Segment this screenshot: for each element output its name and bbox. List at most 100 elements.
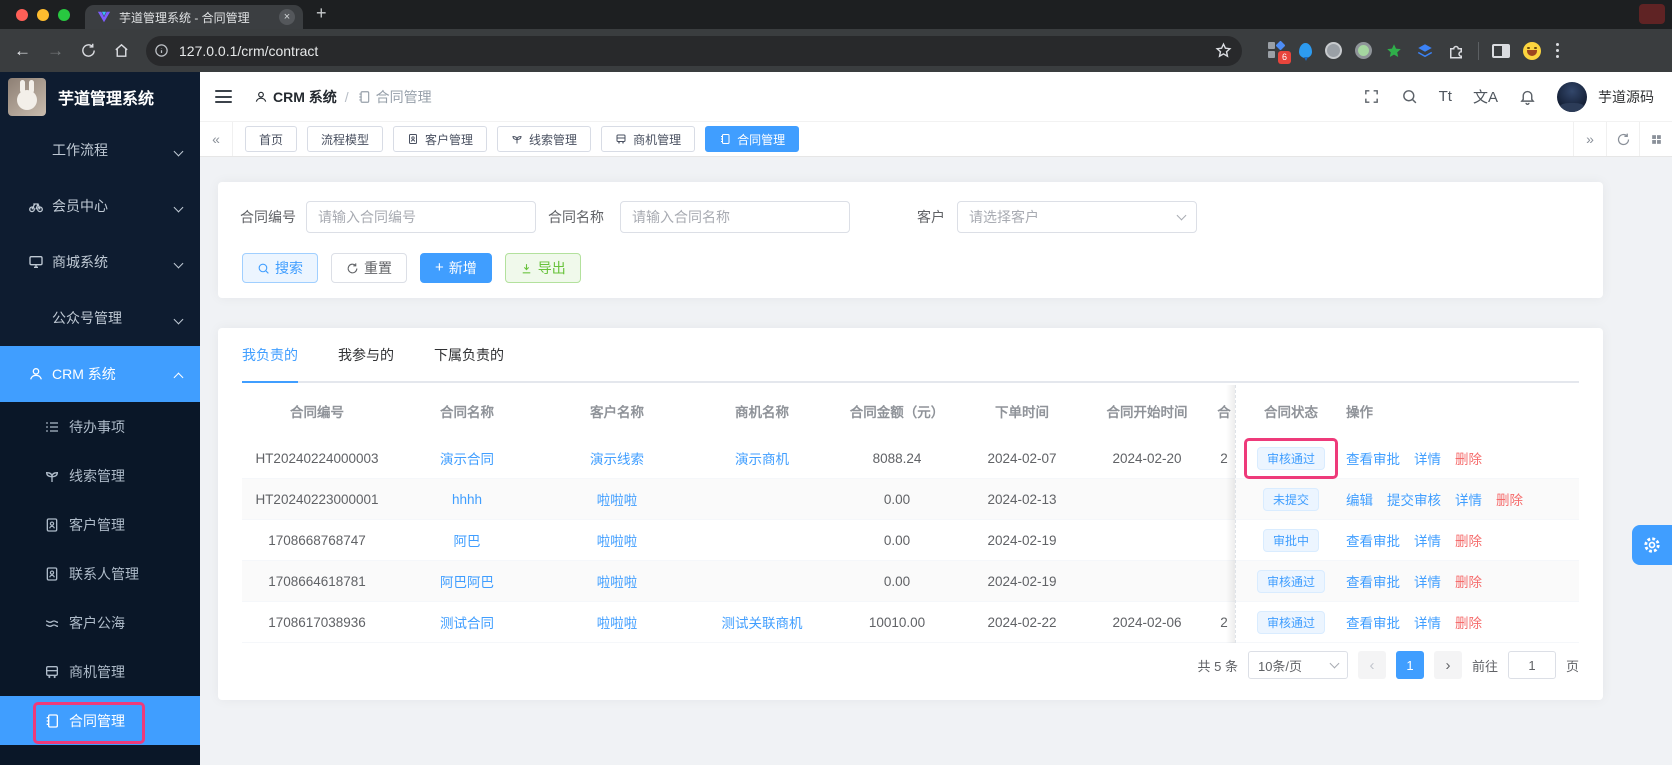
bookmark-star-icon[interactable] xyxy=(1215,42,1232,59)
search-icon[interactable] xyxy=(1401,88,1418,105)
add-button[interactable]: + 新增 xyxy=(420,253,492,283)
contract-no-input[interactable] xyxy=(306,201,536,233)
next-page-button[interactable]: › xyxy=(1433,651,1462,679)
search-button[interactable]: 搜索 xyxy=(242,253,318,283)
url-text[interactable]: 127.0.0.1/crm/contract xyxy=(179,43,1205,59)
sidebar-item-workflow[interactable]: 工作流程 xyxy=(0,122,200,178)
delete-link[interactable]: 删除 xyxy=(1455,448,1482,468)
reload-button[interactable] xyxy=(80,42,97,59)
page-size-select[interactable]: 10条/页 xyxy=(1247,651,1348,679)
view-approval-link[interactable]: 查看审批 xyxy=(1346,530,1400,550)
customer-name-link[interactable]: 演示线索 xyxy=(542,448,692,468)
view-approval-link[interactable]: 查看审批 xyxy=(1346,612,1400,632)
customer-select[interactable]: 请选择客户 xyxy=(957,201,1197,233)
contract-name-link[interactable]: 演示合同 xyxy=(392,448,542,468)
contract-name-link[interactable]: 阿巴 xyxy=(392,530,542,550)
export-button[interactable]: 导出 xyxy=(504,253,581,283)
font-size-icon[interactable]: Tt xyxy=(1439,88,1452,105)
sidebar-item-mall-system[interactable]: 商城系统 xyxy=(0,234,200,290)
window-controls[interactable] xyxy=(16,9,70,21)
contract-name-link[interactable]: hhhh xyxy=(392,492,542,507)
customer-name-link[interactable]: 啦啦啦 xyxy=(542,530,692,550)
sidebar-item-customer-management[interactable]: 客户管理 xyxy=(0,500,200,549)
detail-link[interactable]: 详情 xyxy=(1414,571,1441,591)
back-button[interactable]: ← xyxy=(14,42,31,59)
delete-link[interactable]: 删除 xyxy=(1455,612,1482,632)
contract-name-input[interactable] xyxy=(620,201,850,233)
sidebar-item-official-account[interactable]: 公众号管理 xyxy=(0,290,200,346)
fullscreen-icon[interactable] xyxy=(1363,88,1380,105)
sidebar-item-contract-management[interactable]: 合同管理 xyxy=(0,696,200,745)
goto-page-input[interactable] xyxy=(1507,651,1556,679)
extension-gray-icon[interactable] xyxy=(1325,42,1342,59)
tab-business-management[interactable]: 商机管理 xyxy=(601,126,696,152)
delete-link[interactable]: 删除 xyxy=(1496,489,1523,509)
extension-balloon-icon[interactable] xyxy=(1299,43,1312,61)
site-info-icon[interactable] xyxy=(154,43,169,58)
detail-link[interactable]: 详情 xyxy=(1414,612,1441,632)
breadcrumb-root[interactable]: CRM 系统 xyxy=(254,87,337,107)
username[interactable]: 芋道源码 xyxy=(1598,87,1654,107)
sidebar-item-crm-system[interactable]: CRM 系统 xyxy=(0,346,200,402)
window-minimize-button[interactable] xyxy=(37,9,49,21)
view-approval-link[interactable]: 查看审批 xyxy=(1346,448,1400,468)
prev-page-button[interactable]: ‹ xyxy=(1357,651,1386,679)
sidebar-item-clue-management[interactable]: 线索管理 xyxy=(0,451,200,500)
new-tab-button[interactable]: + xyxy=(316,3,327,24)
page-number-1[interactable]: 1 xyxy=(1395,651,1424,679)
browser-menu-icon[interactable] xyxy=(1554,41,1561,60)
delete-link[interactable]: 删除 xyxy=(1455,571,1482,591)
collapse-menu-icon[interactable] xyxy=(215,90,232,103)
layout-grid-button[interactable] xyxy=(1639,122,1672,156)
sidebar-item-todo[interactable]: 待办事项 xyxy=(0,402,200,451)
sidebar-item-member-center[interactable]: 会员中心 xyxy=(0,178,200,234)
address-bar[interactable]: 127.0.0.1/crm/contract xyxy=(146,35,1242,66)
extension-blocks-icon[interactable]: 6 xyxy=(1268,40,1291,64)
customer-name-link[interactable]: 啦啦啦 xyxy=(542,571,692,591)
language-icon[interactable]: 文A xyxy=(1473,86,1498,107)
tab-subordinate[interactable]: 下属负责的 xyxy=(434,328,504,381)
sidebar-item-contact-management[interactable]: 联系人管理 xyxy=(0,549,200,598)
tab-clue-management[interactable]: 线索管理 xyxy=(497,126,592,152)
tab-home[interactable]: 首页 xyxy=(245,126,298,152)
contract-name-link[interactable]: 测试合同 xyxy=(392,612,542,632)
profile-avatar-icon[interactable] xyxy=(1523,41,1541,60)
extension-green-icon[interactable] xyxy=(1355,42,1372,59)
home-button[interactable] xyxy=(113,42,130,59)
customer-name-link[interactable]: 啦啦啦 xyxy=(542,612,692,632)
sidebar-item-customer-pool[interactable]: 客户公海 xyxy=(0,598,200,647)
extensions-puzzle-icon[interactable] xyxy=(1447,42,1465,60)
extension-layers-icon[interactable] xyxy=(1416,42,1434,60)
tab-my-participating[interactable]: 我参与的 xyxy=(338,328,394,381)
detail-link[interactable]: 详情 xyxy=(1414,448,1441,468)
edit-link[interactable]: 编辑 xyxy=(1346,489,1373,509)
window-zoom-button[interactable] xyxy=(58,9,70,21)
tab-process-model[interactable]: 流程模型 xyxy=(307,126,384,152)
tab-my-responsible[interactable]: 我负责的 xyxy=(242,328,298,383)
forward-button[interactable]: → xyxy=(47,42,64,59)
delete-link[interactable]: 删除 xyxy=(1455,530,1482,550)
business-name-link[interactable]: 演示商机 xyxy=(692,448,832,468)
tags-scroll-right-button[interactable]: » xyxy=(1573,122,1606,156)
window-close-button[interactable] xyxy=(16,9,28,21)
theme-settings-button[interactable] xyxy=(1632,525,1672,565)
side-panel-icon[interactable] xyxy=(1492,43,1510,58)
bell-icon[interactable] xyxy=(1519,88,1536,105)
business-name-link[interactable]: 测试关联商机 xyxy=(692,612,832,632)
tags-scroll-left-button[interactable]: « xyxy=(200,122,233,156)
tab-close-icon[interactable]: × xyxy=(279,9,295,25)
browser-tab[interactable]: 芋道管理系统 - 合同管理 × xyxy=(85,5,303,29)
detail-link[interactable]: 详情 xyxy=(1414,530,1441,550)
detail-link[interactable]: 详情 xyxy=(1455,489,1482,509)
tab-contract-management[interactable]: 合同管理 xyxy=(705,126,800,152)
refresh-page-button[interactable] xyxy=(1606,122,1639,156)
sidebar-item-business-management[interactable]: 商机管理 xyxy=(0,647,200,696)
view-approval-link[interactable]: 查看审批 xyxy=(1346,571,1400,591)
tab-customer-management[interactable]: 客户管理 xyxy=(393,126,488,152)
user-avatar[interactable] xyxy=(1557,81,1587,112)
customer-name-link[interactable]: 啦啦啦 xyxy=(542,489,692,509)
extension-star-icon[interactable] xyxy=(1385,42,1403,60)
submit-approval-link[interactable]: 提交审核 xyxy=(1387,489,1441,509)
app-logo[interactable]: 芋道管理系统 xyxy=(0,72,200,122)
contract-name-link[interactable]: 阿巴阿巴 xyxy=(392,571,542,591)
